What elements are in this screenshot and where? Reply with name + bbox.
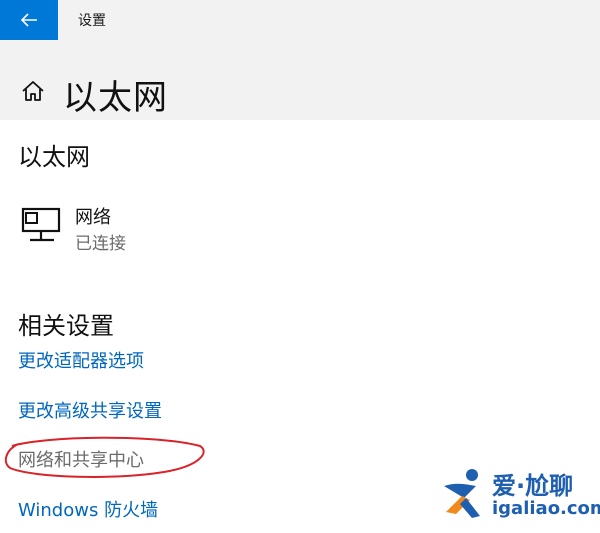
related-settings-title: 相关设置 bbox=[18, 312, 114, 340]
watermark-brand: 爱·尬聊 bbox=[492, 472, 574, 500]
watermark: 爱·尬聊 igaliao.com bbox=[430, 460, 600, 530]
back-arrow-icon bbox=[20, 13, 37, 27]
network-status: 已连接 bbox=[75, 234, 126, 254]
change-advanced-sharing-link[interactable]: 更改高级共享设置 bbox=[18, 397, 162, 423]
annotation-ellipse bbox=[4, 436, 205, 478]
window-title: 设置 bbox=[78, 13, 106, 29]
network-name[interactable]: 网络 bbox=[75, 203, 111, 229]
network-computer-icon bbox=[21, 207, 61, 242]
back-button[interactable] bbox=[0, 0, 58, 40]
page-title: 以太网 bbox=[63, 78, 168, 118]
page-header: 以太网 bbox=[0, 40, 600, 120]
figure-logo-icon bbox=[444, 469, 480, 518]
home-icon[interactable] bbox=[20, 78, 46, 104]
change-adapter-options-link[interactable]: 更改适配器选项 bbox=[18, 347, 144, 373]
windows-firewall-link[interactable]: Windows 防火墙 bbox=[18, 496, 158, 522]
ethernet-section-title: 以太网 bbox=[18, 143, 90, 171]
title-bar: 设置 bbox=[0, 0, 600, 40]
watermark-domain: igaliao.com bbox=[492, 498, 600, 519]
